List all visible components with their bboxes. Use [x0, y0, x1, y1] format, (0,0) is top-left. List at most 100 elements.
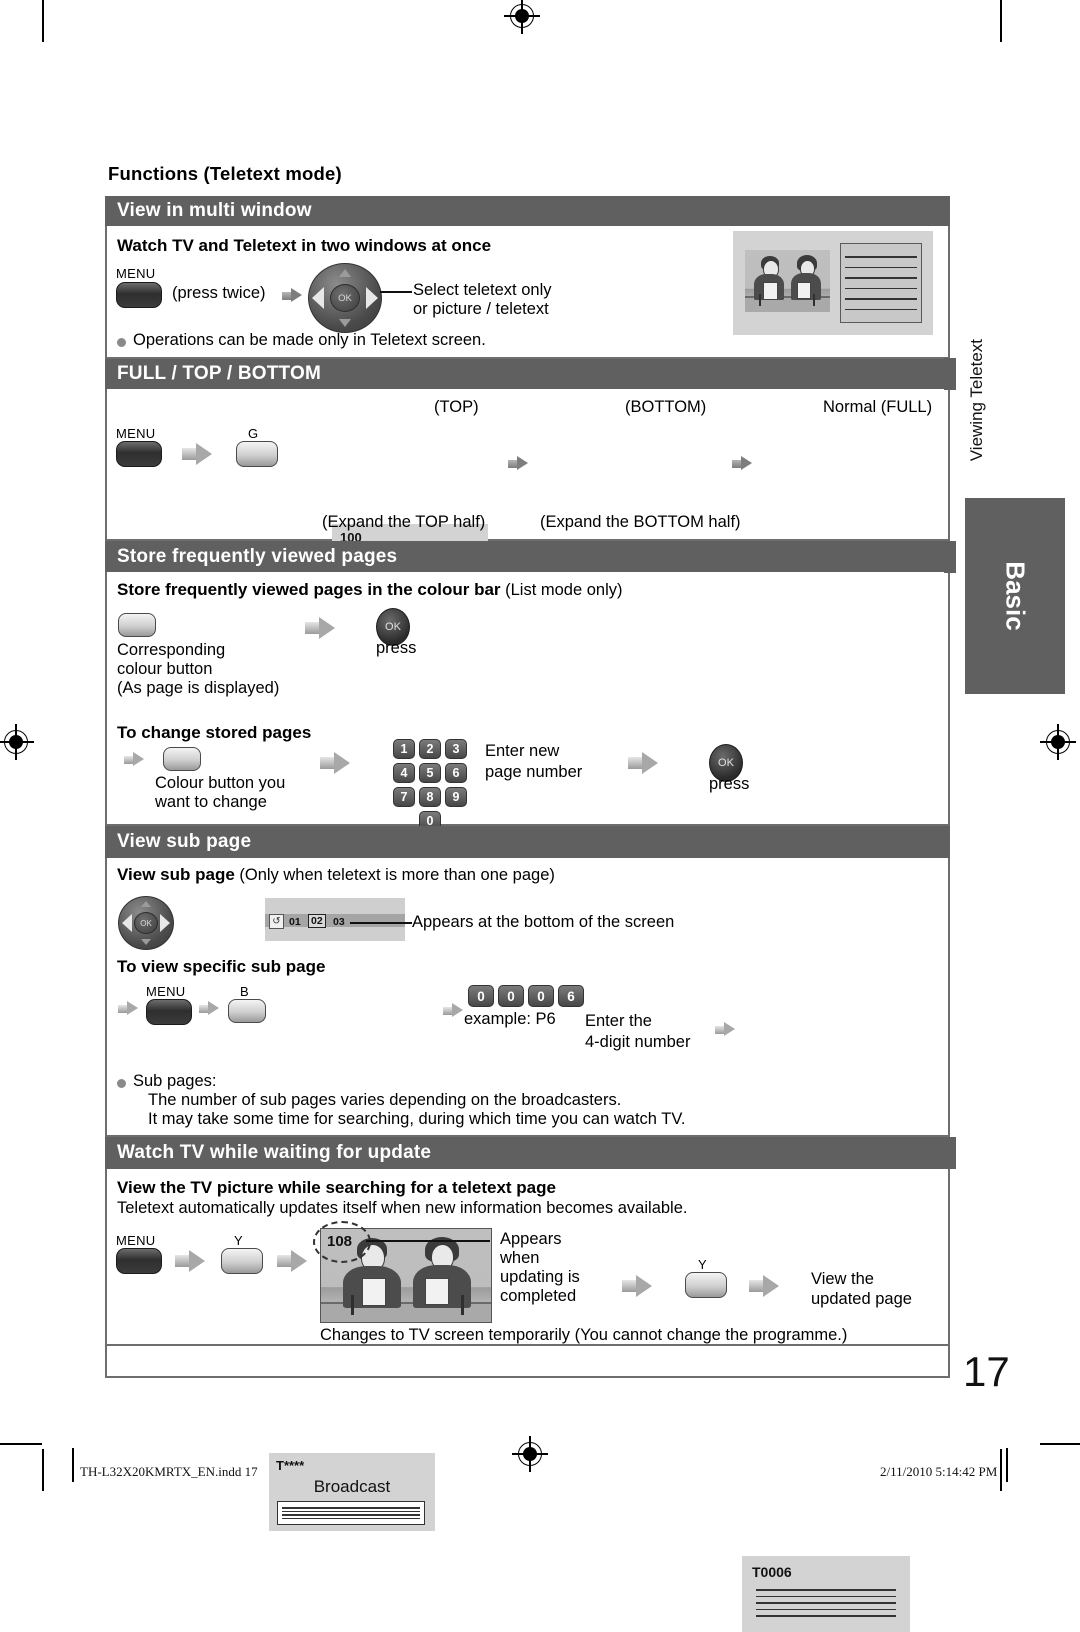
digit-key-1[interactable]: 0 [468, 985, 494, 1007]
footer-divider-left [72, 1448, 74, 1482]
section-body-news-note-frame [105, 1346, 950, 1378]
crop-mark-bottom-right-v [1000, 1449, 1002, 1491]
manual-page: Functions (Teletext mode) View in multi … [0, 0, 1080, 1632]
flow-arrow-15 [622, 1275, 652, 1297]
side-section-label: Viewing Teletext [967, 339, 986, 462]
registration-mark-top [504, 0, 540, 34]
side-tab-basic: Basic [965, 498, 1065, 694]
caption-full: Normal (FULL) [823, 398, 933, 416]
microphone-2 [813, 294, 815, 306]
dpad2-down-icon[interactable] [141, 939, 151, 945]
store-colour-bar-bold: Store frequently viewed pages in the col… [117, 580, 501, 599]
enter-4digit-line2: 4-digit number [585, 1033, 691, 1051]
digit-key-4[interactable]: 6 [558, 985, 584, 1007]
screen-sub-page-title: Broadcast [313, 1477, 391, 1496]
sub-page-03: 03 [333, 916, 345, 928]
menu-button-label-2: MENU [116, 426, 156, 441]
dpad-right-icon[interactable] [366, 287, 378, 309]
numkey-8[interactable]: 8 [419, 787, 441, 807]
flow-arrow-8 [628, 752, 658, 774]
yellow-colour-button-2[interactable] [685, 1272, 727, 1298]
store-caption-line2: colour button [117, 660, 213, 678]
flow-arrow-16 [749, 1275, 779, 1297]
view-updated-line2: updated page [811, 1290, 912, 1308]
changes-tv-screen-note: Changes to TV screen temporarily (You ca… [320, 1326, 848, 1344]
subheading-watch-tv-teletext: Watch TV and Teletext in two windows at … [117, 236, 492, 255]
microphone-4 [461, 1295, 464, 1315]
enter-new-page-line2: page number [485, 763, 583, 781]
side-notch-top [944, 358, 956, 390]
numkey-4[interactable]: 4 [393, 763, 415, 783]
example-p6-label: example: P6 [464, 1010, 556, 1028]
teletext-pane-right [840, 243, 922, 323]
flow-arrow-5 [305, 617, 335, 639]
colour-button-change[interactable] [163, 747, 201, 771]
refresh-icon: ↺ [269, 914, 284, 929]
flow-arrow-7 [320, 752, 350, 774]
numkey-3[interactable]: 3 [445, 739, 467, 759]
digit-key-2[interactable]: 0 [498, 985, 524, 1007]
side-tab-basic-label: Basic [1000, 561, 1031, 631]
blue-colour-button[interactable] [228, 999, 266, 1023]
note-sub-pages: Sub pages: The number of sub pages varie… [117, 1072, 877, 1129]
note-sub-pages-line1: Sub pages: [133, 1072, 217, 1090]
colour-button-store[interactable] [118, 613, 156, 637]
ok-button-change-label: OK [718, 757, 734, 769]
dpad-ok-label[interactable]: OK [330, 284, 360, 312]
dpad-control-2[interactable]: OK [118, 896, 174, 950]
green-button-label: G [248, 426, 259, 441]
dpad-left-icon[interactable] [312, 287, 324, 309]
numkey-7[interactable]: 7 [393, 787, 415, 807]
screen-sub-page-search: T**** Broadcast [269, 1453, 435, 1531]
update-leader [366, 1240, 490, 1242]
microphone-3 [351, 1295, 354, 1315]
blue-button-label: B [240, 984, 249, 999]
subheading-view-sub-page: View sub page (Only when teletext is mor… [117, 865, 555, 885]
dpad2-right-icon[interactable] [160, 914, 170, 932]
dpad2-ok-label[interactable]: OK [134, 912, 158, 934]
flow-arrow-14 [277, 1250, 307, 1272]
appears-bottom-text: Appears at the bottom of the screen [412, 913, 675, 931]
crop-mark-top-right-v [1000, 0, 1002, 42]
numkey-6[interactable]: 6 [445, 763, 467, 783]
dpad-up-icon[interactable] [339, 269, 351, 277]
yellow-colour-button-1[interactable] [221, 1248, 263, 1274]
callout-select-teletext-line1: Select teletext only [413, 281, 552, 299]
microphone-1 [759, 294, 761, 306]
anchor2-paper [797, 282, 811, 299]
flow-arrow-11 [443, 1003, 463, 1018]
appears-line3: updating is [500, 1268, 580, 1286]
section-band-full-top-bottom: FULL / TOP / BOTTOM [105, 359, 950, 389]
yellow-button-label-1: Y [234, 1233, 243, 1248]
yellow-button-label-2: Y [698, 1257, 707, 1272]
expand-bottom-caption: (Expand the BOTTOM half) [540, 513, 741, 531]
menu-button-3[interactable] [146, 999, 192, 1025]
digit-entry-group[interactable]: 0 0 0 6 [468, 985, 584, 1007]
dpad2-left-icon[interactable] [122, 914, 132, 932]
result-page-no: T0006 [752, 1564, 792, 1580]
digit-key-3[interactable]: 0 [528, 985, 554, 1007]
change-caption-line2: want to change [155, 793, 267, 811]
dpad-control-1[interactable]: OK [308, 263, 382, 333]
side-notch-mid [944, 541, 956, 573]
store-caption-line1: Corresponding [117, 641, 226, 659]
menu-button-4[interactable] [116, 1248, 162, 1274]
numkey-5[interactable]: 5 [419, 763, 441, 783]
crop-mark-right-h [1040, 1443, 1080, 1445]
callout-select-teletext-line2: or picture / teletext [413, 300, 549, 318]
menu-button-1[interactable] [116, 282, 162, 308]
numkey-2[interactable]: 2 [419, 739, 441, 759]
numkey-9[interactable]: 9 [445, 787, 467, 807]
footer-timestamp: 2/11/2010 5:14:42 PM [880, 1464, 998, 1479]
flow-arrow-3 [508, 456, 528, 471]
dpad2-up-icon[interactable] [141, 901, 151, 907]
sub-page-01: 01 [289, 916, 301, 928]
numeric-keypad[interactable]: 1 2 3 4 5 6 7 8 9 0 [393, 739, 467, 831]
dpad-down-icon[interactable] [339, 319, 351, 327]
appears-line4: completed [500, 1287, 577, 1305]
menu-button-2[interactable] [116, 441, 162, 467]
green-colour-button[interactable] [236, 441, 278, 467]
flow-arrow-2 [182, 443, 212, 465]
enter-new-page-line1: Enter new [485, 742, 560, 760]
numkey-1[interactable]: 1 [393, 739, 415, 759]
